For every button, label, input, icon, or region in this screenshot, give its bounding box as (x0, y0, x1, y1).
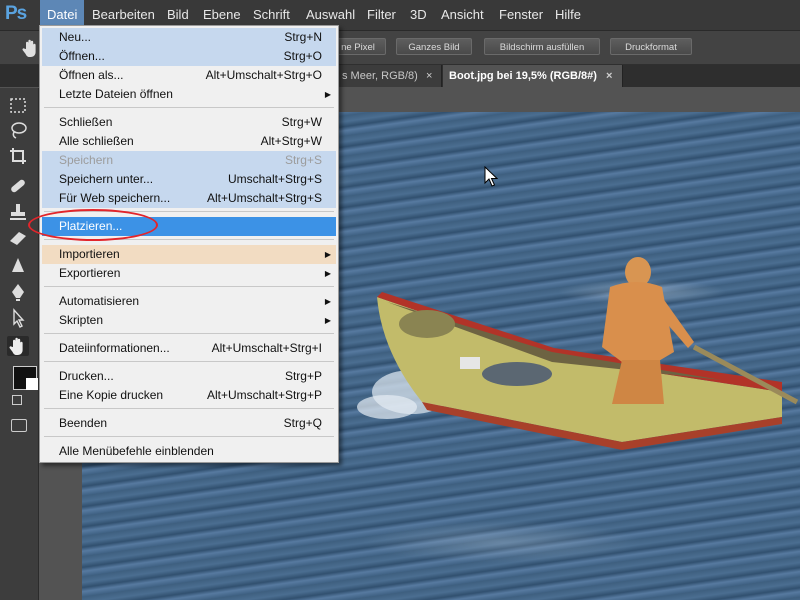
fit-screen-button[interactable]: Ganzes Bild (396, 38, 472, 55)
menu-item-label: Exportieren (59, 266, 121, 280)
blur-tool-icon[interactable] (7, 256, 29, 276)
menu-item-shortcut: Alt+Umschalt+Strg+I (211, 341, 322, 355)
tab-meer[interactable]: s Meer, RGB/8) × (336, 65, 442, 87)
menu-item-shortcut: Strg+W (281, 115, 322, 129)
menu-separator (44, 436, 334, 437)
default-colors-icon[interactable] (12, 395, 22, 405)
close-icon[interactable]: × (426, 65, 432, 87)
menu-item-speichern-unter[interactable]: Speichern unter... Umschalt+Strg+S (42, 170, 336, 189)
close-icon[interactable]: × (606, 65, 612, 87)
path-selection-tool-icon[interactable] (7, 308, 29, 328)
menu-item-label: Alle schließen (59, 134, 134, 148)
file-menu-dropdown: Neu... Strg+N Öffnen... Strg+O Öffnen al… (39, 25, 339, 463)
menu-item-exportieren[interactable]: Exportieren ▶ (42, 264, 336, 283)
menu-hilfe[interactable]: Hilfe (548, 0, 588, 30)
marquee-tool-icon[interactable] (7, 96, 29, 116)
menu-item-shortcut: Alt+Strg+W (260, 134, 322, 148)
menu-fenster[interactable]: Fenster (492, 0, 550, 30)
menu-item-label: Speichern (59, 153, 114, 167)
hand-tool-icon[interactable] (7, 336, 29, 356)
menu-item-label: Dateiinformationen... (59, 341, 170, 355)
menu-item-shortcut: Strg+Q (283, 416, 322, 430)
menu-item-automatisieren[interactable]: Automatisieren ▶ (42, 292, 336, 311)
menu-item-shortcut: Strg+O (283, 49, 322, 63)
menu-item-neu[interactable]: Neu... Strg+N (42, 28, 336, 47)
submenu-arrow-icon: ▶ (324, 297, 331, 306)
menu-item-oeffnen-als[interactable]: Öffnen als... Alt+Umschalt+Strg+O (42, 66, 336, 85)
menu-item-label: Beenden (59, 416, 108, 430)
submenu-arrow-icon: ▶ (324, 316, 331, 325)
photoshop-logo: Ps (5, 3, 27, 24)
background-color-swatch[interactable] (26, 378, 38, 390)
menu-item-drucken[interactable]: Drucken... Strg+P (42, 367, 336, 386)
menu-item-label: Speichern unter... (59, 172, 154, 186)
menu-item-dateiinformationen[interactable]: Dateiinformationen... Alt+Umschalt+Strg+… (42, 339, 336, 358)
tab-label: s Meer, RGB/8) (342, 70, 418, 82)
menu-ansicht[interactable]: Ansicht (434, 0, 491, 30)
healing-brush-tool-icon[interactable] (7, 176, 29, 196)
menu-item-shortcut: Alt+Umschalt+Strg+O (205, 68, 322, 82)
menu-item-schliessen[interactable]: Schließen Strg+W (42, 113, 336, 132)
menu-separator (44, 333, 334, 334)
menu-item-shortcut: Strg+P (284, 369, 322, 383)
menu-item-speichern: Speichern Strg+S (42, 151, 336, 170)
menu-item-label: Neu... (59, 30, 92, 44)
menu-item-shortcut: Strg+N (284, 30, 322, 44)
menu-item-label: Automatisieren (59, 294, 140, 308)
menu-item-skripten[interactable]: Skripten ▶ (42, 311, 336, 330)
menu-separator (44, 107, 334, 108)
menu-item-alle-schliessen[interactable]: Alle schließen Alt+Strg+W (42, 132, 336, 151)
menu-item-label: Alle Menübefehle einblenden (59, 444, 214, 458)
submenu-arrow-icon: ▶ (324, 250, 331, 259)
menu-item-label: Für Web speichern... (59, 191, 171, 205)
mouse-cursor-icon (484, 165, 499, 188)
menu-item-shortcut: Alt+Umschalt+Strg+S (206, 191, 322, 205)
menu-item-label: Skripten (59, 313, 104, 327)
crop-tool-icon[interactable] (7, 146, 29, 166)
menu-item-kopie-drucken[interactable]: Eine Kopie drucken Alt+Umschalt+Strg+P (42, 386, 336, 405)
menu-item-shortcut: Strg+S (284, 153, 322, 167)
menu-item-shortcut: Umschalt+Strg+S (227, 172, 322, 186)
pen-tool-icon[interactable] (7, 282, 29, 302)
menu-item-label: Eine Kopie drucken (59, 388, 164, 402)
menu-3d[interactable]: 3D (403, 0, 434, 30)
menu-separator (44, 408, 334, 409)
menu-item-shortcut: Alt+Umschalt+Strg+P (206, 388, 322, 402)
quick-mask-icon[interactable] (11, 419, 27, 432)
submenu-arrow-icon: ▶ (324, 269, 331, 278)
menu-item-importieren[interactable]: Importieren ▶ (42, 245, 336, 264)
tool-panel (0, 88, 39, 600)
menu-item-label: Letzte Dateien öffnen (59, 87, 173, 101)
menu-item-label: Schließen (59, 115, 113, 129)
menu-item-fuer-web-speichern[interactable]: Für Web speichern... Alt+Umschalt+Strg+S (42, 189, 336, 208)
eraser-tool-icon[interactable] (7, 228, 29, 248)
menu-separator (44, 361, 334, 362)
menu-item-oeffnen[interactable]: Öffnen... Strg+O (42, 47, 336, 66)
annotation-ellipse (28, 209, 158, 241)
menu-item-letzte-dateien[interactable]: Letzte Dateien öffnen ▶ (42, 85, 336, 104)
submenu-arrow-icon: ▶ (324, 90, 331, 99)
menu-filter[interactable]: Filter (360, 0, 403, 30)
lasso-tool-icon[interactable] (7, 120, 29, 140)
menu-item-alle-menuebefehle[interactable]: Alle Menübefehle einblenden (42, 442, 336, 461)
menu-item-label: Drucken... (59, 369, 114, 383)
menu-item-label: Öffnen als... (59, 68, 124, 82)
print-size-button[interactable]: Druckformat (610, 38, 692, 55)
stamp-tool-icon[interactable] (7, 202, 29, 222)
menu-item-beenden[interactable]: Beenden Strg+Q (42, 414, 336, 433)
tab-boot[interactable]: Boot.jpg bei 19,5% (RGB/8#) × (443, 65, 623, 87)
fill-screen-button[interactable]: Bildschirm ausfüllen (484, 38, 600, 55)
menu-item-label: Öffnen... (59, 49, 105, 63)
tab-label: Boot.jpg bei 19,5% (RGB/8#) (449, 70, 597, 82)
menu-separator (44, 286, 334, 287)
menu-item-label: Importieren (59, 247, 120, 261)
